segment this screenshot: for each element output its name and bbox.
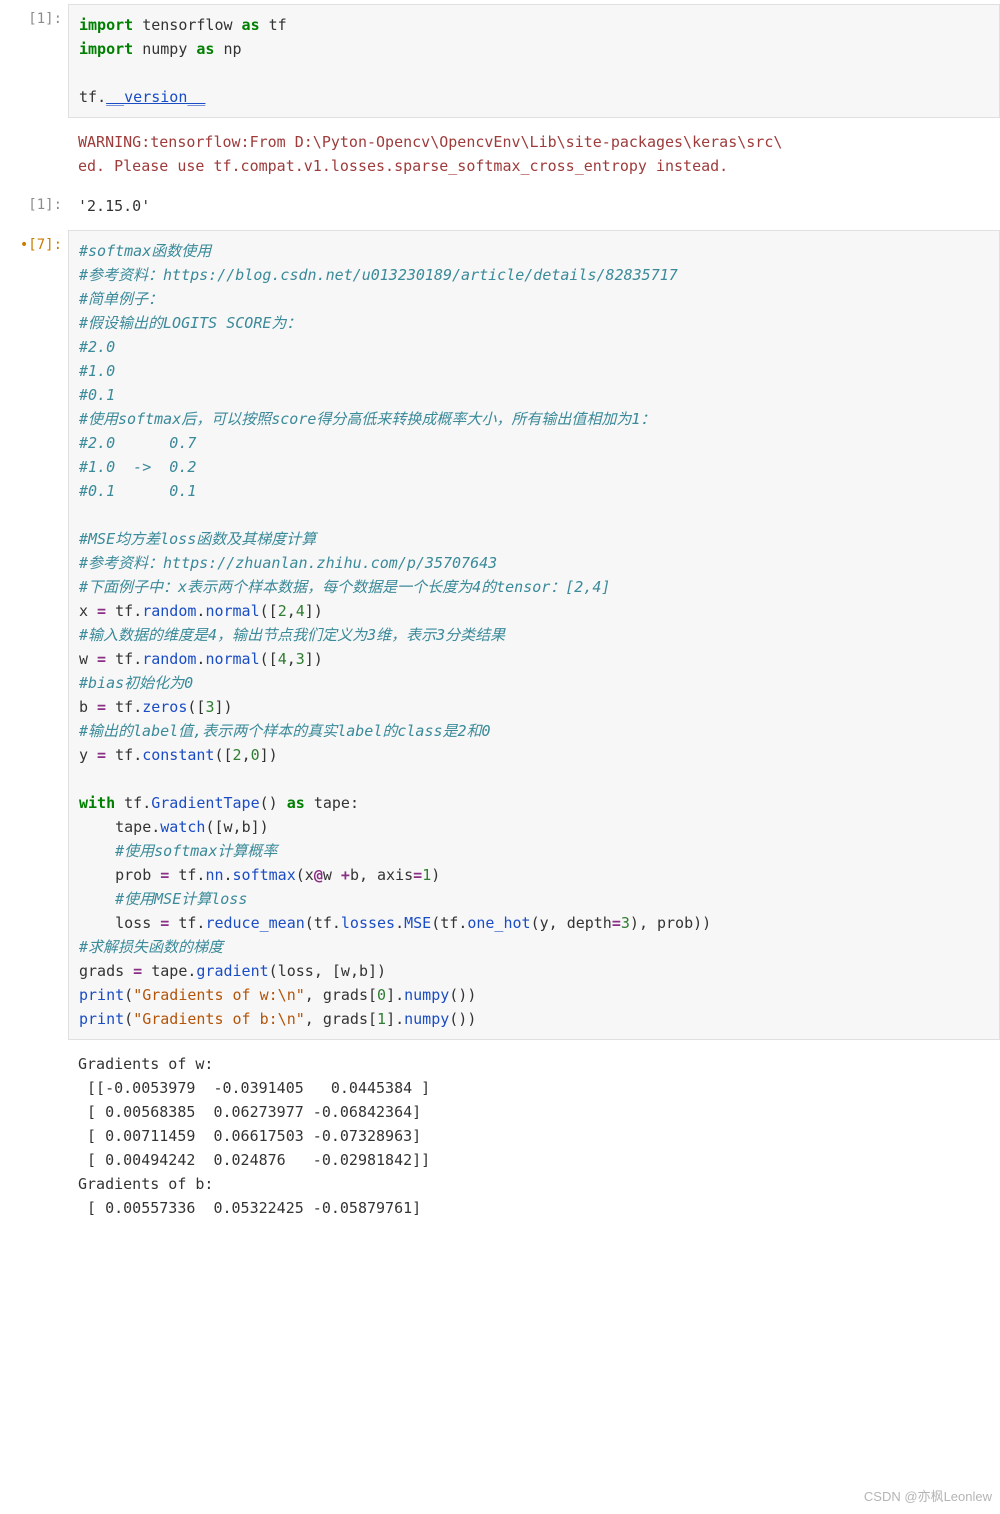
jupyter-notebook: [1]: import tensorflow as tf import nump… [0, 0, 1000, 1514]
watermark: CSDN @亦枫Leonlew [864, 1487, 992, 1508]
result-cell: [1]: '2.15.0' [0, 186, 1000, 226]
output-cell: Gradients of w: [[-0.0053979 -0.0391405 … [0, 1044, 1000, 1228]
code-cell: •[7]: #softmax函数使用 #参考资料：https://blog.cs… [0, 226, 1000, 1044]
output-area: Gradients of w: [[-0.0053979 -0.0391405 … [68, 1044, 1000, 1228]
cell-prompt: •[7]: [0, 226, 68, 256]
code-cell: [1]: import tensorflow as tf import nump… [0, 0, 1000, 122]
code-block: #softmax函数使用 #参考资料：https://blog.csdn.net… [79, 239, 989, 1031]
warning-output: WARNING:tensorflow:From D:\Pyton-Opencv\… [78, 130, 990, 178]
stdout-output: Gradients of w: [[-0.0053979 -0.0391405 … [78, 1052, 990, 1220]
code-block: import tensorflow as tf import numpy as … [79, 13, 989, 109]
output-area: '2.15.0' [68, 186, 1000, 226]
cell-prompt: [1]: [0, 0, 68, 30]
code-input-area[interactable]: import tensorflow as tf import numpy as … [68, 4, 1000, 118]
cell-prompt [0, 122, 68, 130]
output-area: WARNING:tensorflow:From D:\Pyton-Opencv\… [68, 122, 1000, 186]
cell-prompt [0, 1044, 68, 1052]
result-output: '2.15.0' [78, 194, 990, 218]
output-cell: WARNING:tensorflow:From D:\Pyton-Opencv\… [0, 122, 1000, 186]
cell-prompt: [1]: [0, 186, 68, 216]
code-input-area[interactable]: #softmax函数使用 #参考资料：https://blog.csdn.net… [68, 230, 1000, 1040]
